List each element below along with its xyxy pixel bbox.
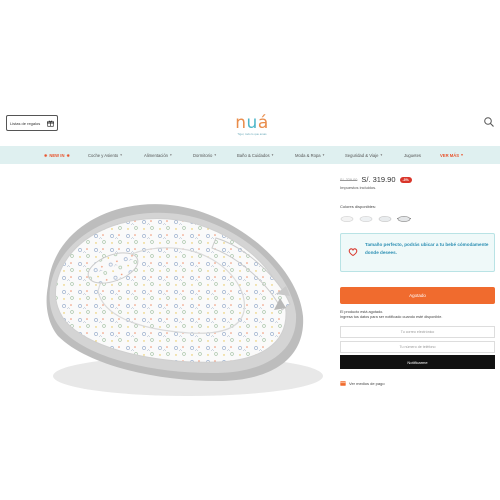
heart-icon [348,247,358,257]
nav-item-label: Moda & Ropa [295,152,321,158]
search-icon[interactable] [483,116,495,128]
nav-item-label: Seguridad & Viaje [345,152,379,158]
email-field[interactable]: Tu correo electrónico [340,326,495,338]
nav-item-moda[interactable]: Moda & Ropa ▾ [295,146,324,164]
color-swatch[interactable] [340,210,354,222]
nav-item-label: Juguetes [404,152,421,158]
nav-item-seguridad[interactable]: Seguridad & Viaje ▾ [345,146,382,164]
nav-more-label: VER MÁS [440,152,460,158]
payment-link-label: Ver medios de pago [349,381,385,386]
sold-out-button[interactable]: Agotado [340,287,495,304]
chevron-down-icon: ▾ [322,153,325,157]
nav-item-alimentacion[interactable]: Alimentación ▾ [144,146,172,164]
chevron-down-icon: ▾ [380,153,383,157]
nav-new-label: NEW IN [49,152,65,158]
color-swatch-selected[interactable] [397,210,411,222]
stock-message: El producto está agotado. [340,310,384,314]
colors-label: Colores disponibles: [340,204,377,209]
nav-item-new-in[interactable]: ✸ NEW IN ✸ [44,146,70,164]
notify-button[interactable]: Notificarme [340,355,495,369]
logo-letter-n: n [235,113,247,133]
logo-letter-a: á [257,113,269,133]
nav-item-dormitorio[interactable]: Dormitorio ▾ [193,146,216,164]
chevron-down-icon: ▾ [214,153,217,157]
product-image[interactable] [28,176,328,406]
chevron-down-icon: ▾ [461,153,463,157]
main-nav: ✸ NEW IN ✸ Coche y Asiento ▾ Alimentación… [0,146,500,164]
current-price: S/. 319.90 [361,175,396,184]
tax-note: Impuestos incluidos. [340,185,377,190]
color-swatch[interactable] [359,210,373,222]
color-swatch[interactable] [378,210,392,222]
nav-item-bano[interactable]: Baño & Cuidados ▾ [237,146,273,164]
discount-badge: -3% [399,176,412,183]
old-price: S/. 329.00 [340,177,358,182]
nav-item-label: Coche y Asiento [88,152,119,158]
gift-list-button[interactable]: Listas de regalos [6,115,58,131]
star-icon: ✸ [44,152,48,158]
size-notice: Tamaño perfecto, podrás ubicar a tu bebé… [340,233,495,272]
chevron-down-icon: ▾ [169,153,172,157]
nav-item-coche[interactable]: Coche y Asiento ▾ [88,146,122,164]
stock-subtext: Ingresa tus datos para ser notificado cu… [340,315,443,319]
payment-methods-link[interactable]: Ver medios de pago [340,381,385,386]
chevron-down-icon: ▾ [271,153,274,157]
chevron-down-icon: ▾ [120,153,123,157]
price-row: S/. 329.00 S/. 319.90 -3% [340,175,412,184]
nav-item-label: Dormitorio [193,152,213,158]
nav-item-label: Alimentación [144,152,168,158]
color-swatches [340,210,420,222]
star-icon: ✸ [66,152,70,158]
credit-card-icon [340,381,346,386]
site-logo[interactable]: nuá Tiger, todo lo que amas [232,114,272,142]
site-header: Listas de regalos nuá Tiger, todo lo que… [0,0,500,146]
gift-list-label: Listas de regalos [10,120,41,126]
product-page: Listas de regalos nuá Tiger, todo lo que… [0,0,500,500]
size-notice-text: Tamaño perfecto, podrás ubicar a tu bebé… [365,242,489,255]
logo-letter-u: u [246,113,258,133]
phone-field[interactable]: Tu número de teléfono [340,341,495,353]
logo-tagline: Tiger, todo lo que amas [237,132,267,136]
nav-item-juguetes[interactable]: Juguetes [404,146,421,164]
gift-icon [47,120,54,127]
nav-item-label: Baño & Cuidados [237,152,270,158]
nav-item-more[interactable]: VER MÁS ▾ [440,146,463,164]
